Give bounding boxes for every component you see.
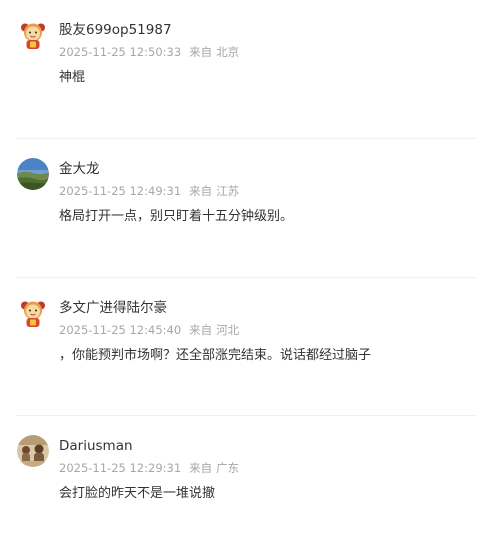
avatar[interactable] — [17, 435, 49, 467]
comment-item: 股友699op51987 2025-11-25 12:50:33 来自 北京 神棍 — [0, 0, 477, 139]
avatar[interactable] — [17, 19, 49, 51]
comment-item: 金大龙 2025-11-25 12:49:31 来自 江苏 格局打开一点，别只盯着十… — [0, 139, 477, 278]
comment-meta: 2025-11-25 12:49:31 来自 江苏 — [59, 183, 239, 199]
comment-content: ，你能预判市场啊？还全部涨完结束。说话都经过脑子 — [59, 348, 372, 363]
comment-location: 河北 — [216, 323, 240, 337]
comment-meta: 2025-11-25 12:50:33 来自 北京 — [59, 44, 239, 60]
comment-location: 江苏 — [216, 184, 240, 198]
comment-from-label: 来自 — [189, 461, 213, 475]
comment-content: 神棍 — [59, 70, 86, 85]
comment-list: 股友699op51987 2025-11-25 12:50:33 来自 北京 神棍 — [0, 0, 477, 519]
comment-item: 多文广进得陆尔豪 2025-11-25 12:45:40 来自 河北 ，你能预判市场… — [0, 278, 477, 417]
photo-avatar-icon — [17, 435, 49, 467]
landscape-avatar-icon — [17, 158, 49, 190]
comment-from-label: 来自 — [189, 45, 213, 59]
mascot-avatar-icon — [17, 297, 49, 329]
comment-time: 2025-11-25 12:50:33 — [59, 45, 182, 59]
comment-username[interactable]: Dariusman — [59, 438, 133, 455]
comment-time: 2025-11-25 12:45:40 — [59, 323, 182, 337]
comment-content: 会打脸的昨天不是一堆说撤 — [59, 486, 216, 501]
comment-item: Dariusman 2025-11-25 12:29:31 来自 广东 会打脸的昨天… — [0, 416, 477, 555]
comment-from-label: 来自 — [189, 323, 213, 337]
comment-content: 格局打开一点，别只盯着十五分钟级别。 — [59, 209, 294, 224]
mascot-avatar-icon — [17, 19, 49, 51]
avatar[interactable] — [17, 297, 49, 329]
comment-time: 2025-11-25 12:49:31 — [59, 184, 182, 198]
comment-from-label: 来自 — [189, 184, 213, 198]
comment-username[interactable]: 金大龙 — [59, 161, 100, 178]
comment-username[interactable]: 股友699op51987 — [59, 22, 172, 39]
comment-username[interactable]: 多文广进得陆尔豪 — [59, 300, 167, 317]
comment-location: 广东 — [216, 461, 240, 475]
comment-meta: 2025-11-25 12:45:40 来自 河北 — [59, 322, 239, 338]
avatar[interactable] — [17, 158, 49, 190]
comment-meta: 2025-11-25 12:29:31 来自 广东 — [59, 460, 239, 476]
comment-time: 2025-11-25 12:29:31 — [59, 461, 182, 475]
comment-location: 北京 — [216, 45, 240, 59]
